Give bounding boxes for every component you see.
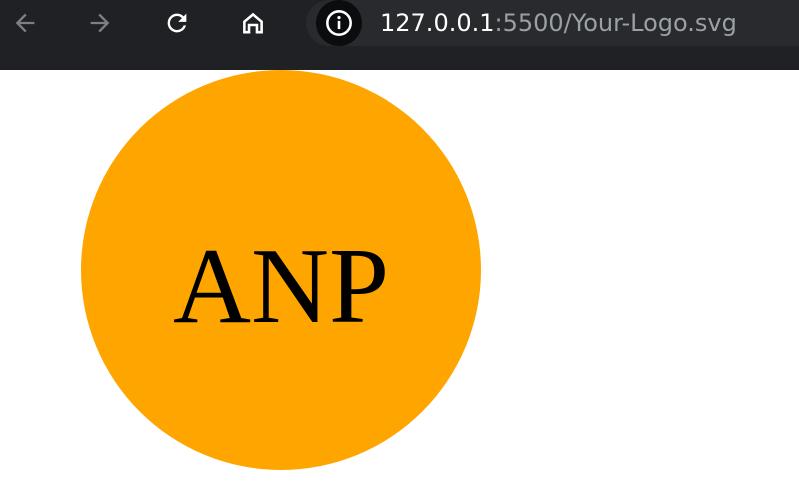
logo-text: ANP <box>173 227 389 346</box>
forward-button[interactable] <box>83 6 117 40</box>
url-host: 127.0.0.1 <box>380 9 495 37</box>
reload-icon <box>167 13 187 33</box>
site-info-button[interactable] <box>316 0 362 46</box>
url-text[interactable]: 127.0.0.1:5500/Your-Logo.svg <box>380 6 737 40</box>
info-circle-icon <box>326 10 352 36</box>
address-bar[interactable]: 127.0.0.1:5500/Your-Logo.svg <box>306 0 799 46</box>
page-viewport: ANP <box>0 70 799 496</box>
browser-toolbar: 127.0.0.1:5500/Your-Logo.svg <box>0 0 799 70</box>
arrow-right-icon <box>90 13 110 33</box>
home-button[interactable] <box>236 6 270 40</box>
back-button[interactable] <box>8 6 42 40</box>
arrow-left-icon <box>15 13 35 33</box>
url-path: :5500/Your-Logo.svg <box>494 9 737 37</box>
reload-button[interactable] <box>160 6 194 40</box>
logo-image: ANP <box>81 70 481 470</box>
home-icon <box>243 12 263 34</box>
